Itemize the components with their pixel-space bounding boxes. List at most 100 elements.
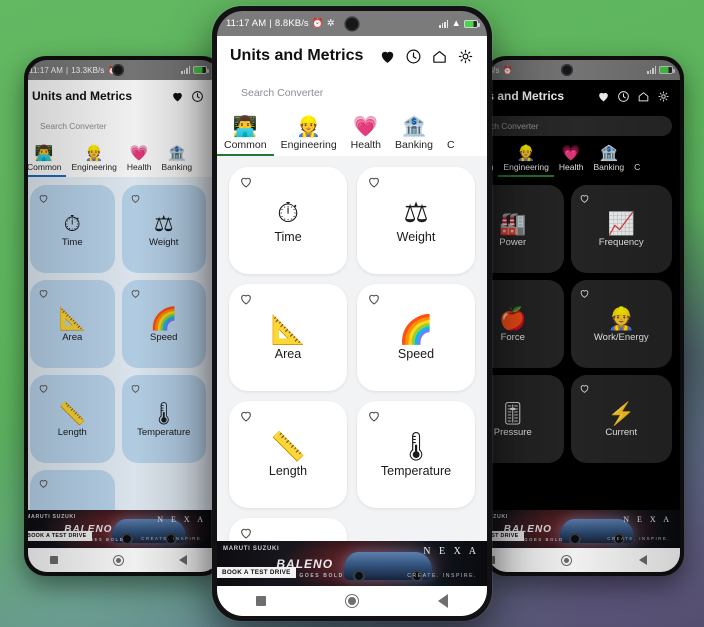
converter-card-force[interactable]: 🍎 Force bbox=[488, 280, 564, 368]
recents-button[interactable] bbox=[256, 596, 267, 606]
home-button[interactable] bbox=[112, 554, 124, 566]
ad-cta-button[interactable]: BOOK A TEST DRIVE bbox=[28, 531, 92, 541]
converter-card-temperature[interactable]: 🌡 Temperature bbox=[121, 375, 206, 463]
time-icon: ⏱ bbox=[63, 210, 81, 236]
tab-label: Health bbox=[350, 139, 382, 151]
search-input[interactable]: Search Converter bbox=[488, 116, 672, 136]
ad-cta-button[interactable]: BOOK A TEST DRIVE bbox=[217, 567, 296, 578]
home-icon[interactable] bbox=[431, 48, 448, 65]
tab-label: Health bbox=[558, 162, 584, 172]
category-tabs: 👨‍💻 Common 👷 Engineering 💗 Health 🏦 Bank… bbox=[488, 141, 680, 177]
favorite-heart-icon[interactable] bbox=[130, 286, 141, 298]
converter-card-weight[interactable]: ⚖ Weight bbox=[357, 167, 475, 274]
home-icon[interactable] bbox=[637, 90, 650, 103]
banking-icon: 🏦 bbox=[599, 145, 619, 162]
speed-icon: 🌈 bbox=[398, 314, 434, 345]
favorite-heart-icon[interactable] bbox=[579, 191, 590, 203]
history-clock-icon[interactable] bbox=[617, 90, 630, 103]
converter-card-power[interactable]: 🏭 Power bbox=[488, 185, 564, 273]
banner-ad[interactable]: MARUTI SUZUKI BALENO TECH GOES BOLD BOOK… bbox=[488, 510, 680, 548]
favorite-heart-icon[interactable] bbox=[38, 476, 49, 488]
converter-card-area[interactable]: 📐 Area bbox=[229, 284, 347, 391]
converter-card-temperature[interactable]: 🌡 Temperature bbox=[357, 401, 475, 508]
signal-icon bbox=[647, 66, 656, 74]
back-button[interactable] bbox=[178, 555, 187, 565]
tab-banking[interactable]: 🏦 Banking bbox=[388, 114, 440, 156]
favorite-heart-icon[interactable] bbox=[38, 286, 49, 298]
favorite-heart-icon[interactable] bbox=[239, 409, 253, 423]
favorite-heart-icon[interactable] bbox=[239, 526, 253, 540]
card-label: Force bbox=[500, 331, 525, 343]
favorites-heart-icon[interactable] bbox=[379, 48, 396, 65]
converter-card-frequency[interactable]: 📈 Frequency bbox=[570, 185, 672, 273]
bluetooth-icon: ✲ bbox=[326, 18, 335, 29]
back-button[interactable] bbox=[437, 594, 448, 608]
tab-more[interactable]: C bbox=[440, 137, 462, 156]
card-label: Temperature bbox=[380, 464, 452, 478]
length-icon: 📏 bbox=[270, 431, 306, 462]
favorite-heart-icon[interactable] bbox=[367, 292, 381, 306]
tab-engineering[interactable]: 👷 Engineering bbox=[66, 143, 121, 177]
common-icon: 👨‍💻 bbox=[232, 116, 258, 138]
banner-ad[interactable]: MARUTI SUZUKI BALENO TECH GOES BOLD BOOK… bbox=[217, 541, 487, 586]
home-button[interactable] bbox=[561, 554, 573, 566]
converter-card-length[interactable]: 📏 Length bbox=[30, 375, 115, 463]
converter-card-weight[interactable]: ⚖ Weight bbox=[121, 185, 206, 273]
converter-card-speed[interactable]: 🌈 Speed bbox=[121, 280, 206, 368]
converter-card-speed[interactable]: 🌈 Speed bbox=[357, 284, 475, 391]
history-clock-icon[interactable] bbox=[405, 48, 422, 65]
tab-label: Banking bbox=[395, 139, 433, 151]
card-label: Weight bbox=[396, 230, 436, 244]
search-input[interactable]: Search Converter bbox=[30, 116, 206, 136]
tab-health[interactable]: 💗 Health bbox=[344, 114, 388, 156]
converter-card-time[interactable]: ⏱ Time bbox=[30, 185, 115, 273]
favorites-heart-icon[interactable] bbox=[171, 90, 184, 103]
converter-card-pressure[interactable]: 🎚 Pressure bbox=[488, 375, 564, 463]
battery-icon bbox=[659, 66, 675, 74]
favorite-heart-icon[interactable] bbox=[367, 409, 381, 423]
favorite-heart-icon[interactable] bbox=[38, 381, 49, 393]
converter-card-length[interactable]: 📏 Length bbox=[229, 401, 347, 508]
settings-gear-icon[interactable] bbox=[657, 90, 670, 103]
favorite-heart-icon[interactable] bbox=[367, 175, 381, 189]
banner-ad[interactable]: MARUTI SUZUKI BALENO TECH GOES BOLD BOOK… bbox=[28, 510, 214, 548]
back-button[interactable] bbox=[638, 555, 647, 565]
history-clock-icon[interactable] bbox=[191, 90, 204, 103]
tab-common[interactable]: 👨‍💻 Common bbox=[217, 114, 274, 156]
tab-banking[interactable]: 🏦 Banking bbox=[588, 143, 629, 177]
tab-engineering[interactable]: 👷 Engineering bbox=[498, 143, 554, 177]
card-label: Speed bbox=[397, 347, 435, 361]
wifi-icon: ▲ bbox=[451, 18, 461, 29]
favorite-heart-icon[interactable] bbox=[38, 191, 49, 203]
favorite-heart-icon[interactable] bbox=[579, 286, 590, 298]
ad-slogan: CREATE. INSPIRE. bbox=[407, 573, 477, 579]
tab-common[interactable]: 👨‍💻 Common bbox=[28, 143, 67, 177]
banking-icon: 🏦 bbox=[167, 145, 187, 162]
favorite-heart-icon[interactable] bbox=[579, 381, 590, 393]
converter-card-partial[interactable] bbox=[30, 470, 115, 510]
tab-engineering[interactable]: 👷 Engineering bbox=[274, 114, 344, 156]
converter-card-current[interactable]: ⚡ Current bbox=[570, 375, 672, 463]
converter-card-time[interactable]: ⏱ Time bbox=[229, 167, 347, 274]
tab-health[interactable]: 💗 Health bbox=[554, 143, 589, 177]
converter-card-area[interactable]: 📐 Area bbox=[30, 280, 115, 368]
tab-banking[interactable]: 🏦 Banking bbox=[156, 143, 197, 177]
favorite-heart-icon[interactable] bbox=[130, 381, 141, 393]
tab-health[interactable]: 💗 Health bbox=[122, 143, 157, 177]
time-icon: ⏱ bbox=[277, 197, 299, 228]
converter-card-partial[interactable] bbox=[229, 518, 347, 541]
favorite-heart-icon[interactable] bbox=[130, 191, 141, 203]
search-input[interactable]: Search Converter bbox=[228, 80, 476, 106]
ad-brand: MARUTI SUZUKI bbox=[223, 546, 280, 552]
recents-button[interactable] bbox=[49, 556, 58, 564]
ad-cta-button[interactable]: BOOK A TEST DRIVE bbox=[488, 531, 524, 541]
tab-more[interactable]: C bbox=[629, 160, 645, 177]
settings-gear-icon[interactable] bbox=[457, 48, 474, 65]
favorite-heart-icon[interactable] bbox=[239, 292, 253, 306]
weight-icon: ⚖ bbox=[153, 210, 174, 236]
favorites-heart-icon[interactable] bbox=[597, 90, 610, 103]
tab-label: Engineering bbox=[71, 162, 117, 172]
favorite-heart-icon[interactable] bbox=[239, 175, 253, 189]
converter-card-work-energy[interactable]: 👷 Work/Energy bbox=[570, 280, 672, 368]
home-button[interactable] bbox=[344, 594, 359, 608]
